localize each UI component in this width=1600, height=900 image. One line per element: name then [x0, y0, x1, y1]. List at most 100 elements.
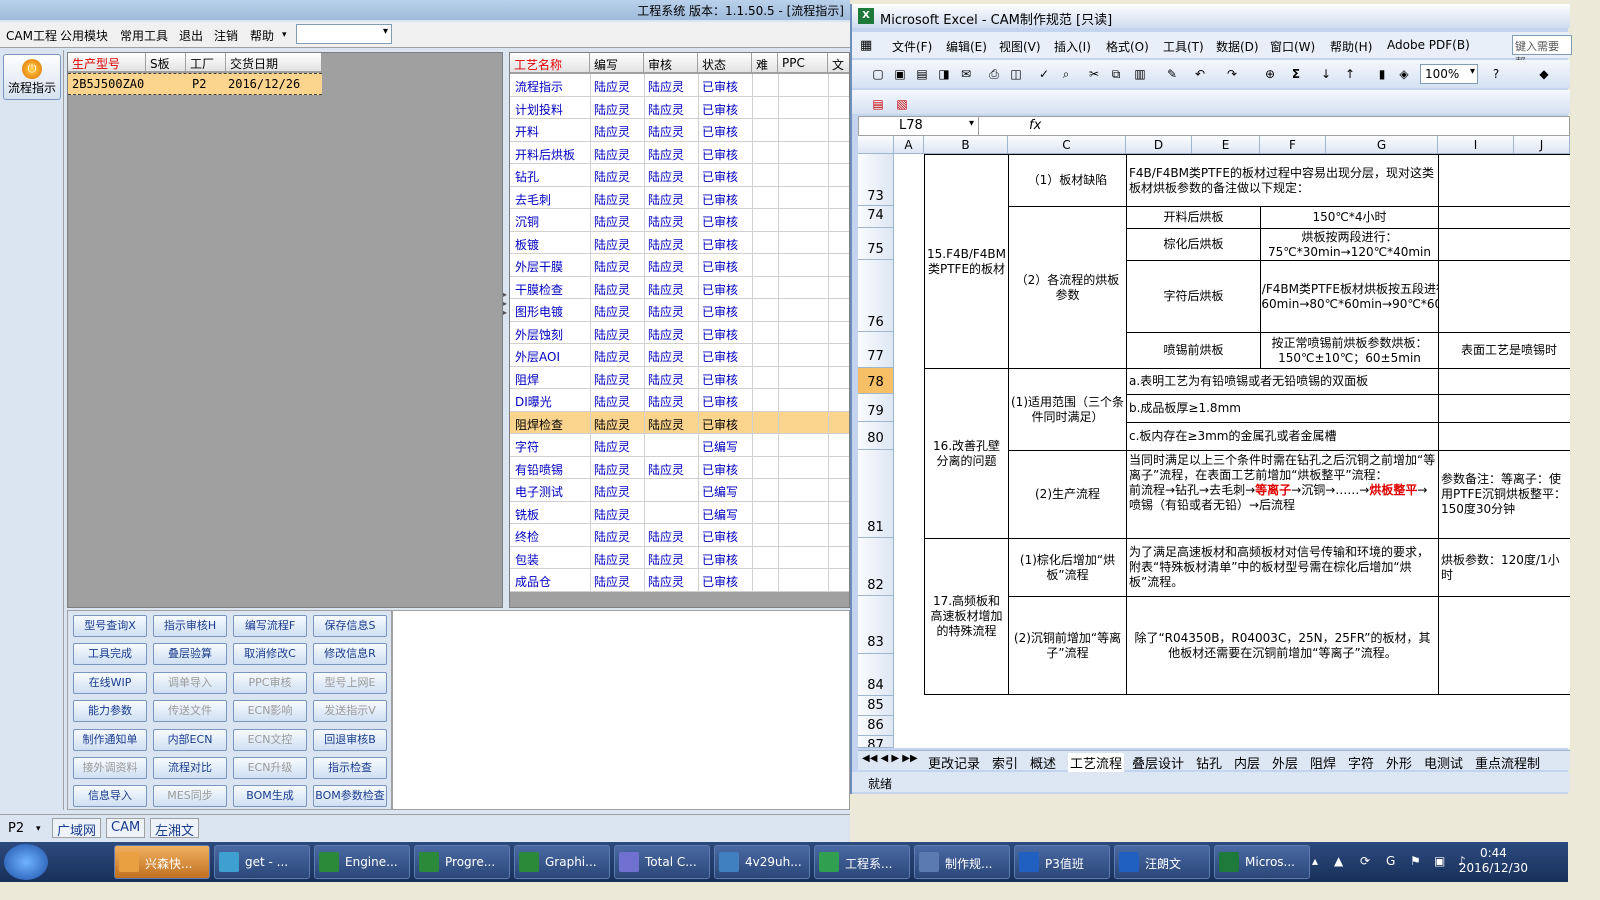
col-header-doc[interactable]: 文: [828, 53, 849, 73]
row-header-78[interactable]: 78: [858, 368, 894, 394]
xl-menu-tools[interactable]: 工具(T): [1163, 38, 1204, 55]
taskbar-item-10[interactable]: 汪朗文: [1114, 845, 1210, 879]
row-header-87[interactable]: 87: [858, 736, 894, 748]
tray-network-icon[interactable]: ▣: [1434, 854, 1448, 868]
cell-f77[interactable]: 按正常喷锡前烘板参数烘板：150℃±10℃；60±5min: [1260, 332, 1439, 369]
col-header-reviewer[interactable]: 审核: [644, 53, 698, 73]
cell-d73[interactable]: F4B/F4BM类PTFE的板材过程中容易出现分层，现对这类板材烘板参数的备注做…: [1126, 154, 1439, 207]
col-header-e[interactable]: E: [1192, 136, 1260, 154]
name-box[interactable]: L78: [859, 117, 979, 135]
col-header-j[interactable]: J: [1514, 136, 1570, 154]
action-button-2-1[interactable]: 调单导入: [153, 671, 227, 694]
spelling-icon[interactable]: ✓: [1036, 66, 1052, 82]
cell-d83[interactable]: 除了“R04350B，R04003C，25N，25FR”的板材，其他板材还需要在…: [1126, 596, 1439, 695]
excel-doc-icon[interactable]: ▦: [860, 38, 872, 53]
row-header-83[interactable]: 83: [858, 596, 894, 654]
preview-icon[interactable]: ◫: [1008, 66, 1024, 82]
action-button-6-1[interactable]: MES同步: [153, 785, 227, 808]
new-icon[interactable]: ▢: [870, 66, 886, 82]
fx-icon[interactable]: fx: [1029, 118, 1041, 133]
cell-c74[interactable]: （2）各流程的烘板参数: [1008, 206, 1127, 369]
autosum-icon[interactable]: Σ: [1288, 66, 1304, 82]
table-row[interactable]: 外层蚀刻 陆应灵 陆应灵 已审核: [510, 321, 849, 344]
cell-f74[interactable]: 150℃*4小时: [1260, 206, 1439, 229]
taskbar-item-9[interactable]: P3值班: [1014, 845, 1110, 879]
cell-d77[interactable]: 喷锡前烘板: [1126, 332, 1261, 369]
system-clock[interactable]: 0:44 2016/12/30: [1459, 846, 1528, 876]
col-header-model[interactable]: 生产型号: [68, 53, 146, 72]
table-row[interactable]: 计划投料 陆应灵 陆应灵 已审核: [510, 96, 849, 119]
row-header-77[interactable]: 77: [858, 332, 894, 368]
menu-public[interactable]: 公用模块: [60, 27, 108, 44]
sheet-tab-1[interactable]: 索引: [992, 753, 1018, 772]
cell-g82[interactable]: 烘板参数：120度/1小时: [1438, 538, 1570, 597]
tray-flag-icon[interactable]: ⚑: [1410, 854, 1424, 868]
cell-f76[interactable]: F4B/F4BM类PTFE板材烘板按五段进行：50℃*90min→70℃*60m…: [1260, 260, 1439, 333]
xl-menu-window[interactable]: 窗口(W): [1270, 38, 1315, 55]
menu-tools[interactable]: 常用工具: [120, 27, 168, 44]
xl-menu-insert[interactable]: 插入(I): [1054, 38, 1091, 55]
sheet-tab-12[interactable]: 重点流程制: [1475, 753, 1540, 772]
table-row[interactable]: 包装 陆应灵 陆应灵 已审核: [510, 546, 849, 569]
action-button-1-1[interactable]: 叠层验算: [153, 643, 227, 666]
cell-d82[interactable]: 为了满足高速板材和高频板材对信号传输和环境的要求，附表“特殊板材清单”中的板材型…: [1126, 538, 1439, 597]
sheet-tab-5[interactable]: 钻孔: [1196, 753, 1222, 772]
status-tab-cam[interactable]: CAM: [106, 818, 146, 838]
sheet-tab-7[interactable]: 外层: [1272, 753, 1298, 772]
menu-combo-box[interactable]: [296, 24, 392, 44]
cell-b-section16[interactable]: 16.改善孔壁分离的问题: [924, 368, 1009, 539]
table-row[interactable]: 钻孔 陆应灵 陆应灵 已审核: [510, 164, 849, 187]
action-button-6-0[interactable]: 信息导入: [73, 785, 147, 808]
col-header-factory[interactable]: 工厂: [186, 53, 226, 72]
cell-c81[interactable]: (2)生产流程: [1008, 450, 1127, 539]
cut-icon[interactable]: ✂: [1086, 66, 1102, 82]
redo-icon[interactable]: ↷: [1224, 66, 1240, 82]
menu-exit[interactable]: 退出: [179, 27, 203, 44]
status-tab-wan[interactable]: 广域网: [52, 818, 102, 839]
cell-g81[interactable]: 参数备注：等离子：使用PTFE沉铜烘板整平：150度30分钟: [1438, 450, 1570, 539]
action-button-4-2[interactable]: ECN文控: [233, 728, 307, 751]
print-icon[interactable]: ⎙: [986, 66, 1002, 82]
paste-icon[interactable]: ▥: [1132, 66, 1148, 82]
cell-g78[interactable]: [1438, 368, 1570, 395]
col-header-a[interactable]: A: [894, 136, 924, 154]
taskbar-item-2[interactable]: Engine...: [314, 845, 410, 879]
action-button-3-3[interactable]: 发送指示V: [313, 700, 387, 723]
xl-menu-edit[interactable]: 编辑(E): [946, 38, 987, 55]
row-header-80[interactable]: 80: [858, 422, 894, 450]
help-search-input[interactable]: 键入需要帮: [1512, 35, 1572, 69]
taskbar-item-8[interactable]: 制作规...: [914, 845, 1010, 879]
col-header-sboard[interactable]: S板: [146, 53, 186, 72]
action-button-2-2[interactable]: PPC审核: [233, 671, 307, 694]
table-row[interactable]: 去毛刺 陆应灵 陆应灵 已审核: [510, 186, 849, 209]
row-header-73[interactable]: 73: [858, 154, 894, 206]
cell-c83[interactable]: (2)沉铜前增加“等离子”流程: [1008, 596, 1127, 695]
xl-menu-format[interactable]: 格式(O): [1106, 38, 1149, 55]
copy-icon[interactable]: ⧉: [1108, 66, 1124, 82]
action-button-3-0[interactable]: 能力参数: [73, 700, 147, 723]
cell-d76[interactable]: 字符后烘板: [1126, 260, 1261, 333]
action-button-5-0[interactable]: 接外调资料: [73, 757, 147, 779]
chevron-down-icon[interactable]: ▾: [36, 824, 41, 834]
format-painter-icon[interactable]: ✎: [1164, 66, 1180, 82]
action-button-0-3[interactable]: 保存信息S: [313, 615, 387, 637]
undo-icon[interactable]: ↶: [1192, 66, 1208, 82]
cell-g76[interactable]: [1438, 260, 1570, 333]
sheet-tab-2[interactable]: 概述: [1030, 753, 1056, 772]
cell-d79[interactable]: b.成品板厚≥1.8mm: [1126, 394, 1439, 423]
cell-d81[interactable]: 当同时满足以上三个条件时需在钻孔之后沉铜之前增加“等离子”流程，在表面工艺前增加…: [1126, 450, 1439, 539]
table-row[interactable]: 沉铜 陆应灵 陆应灵 已审核: [510, 209, 849, 232]
open-icon[interactable]: ▣: [892, 66, 908, 82]
sheet-tab-11[interactable]: 电测试: [1424, 753, 1463, 772]
table-row[interactable]: 2B5J500ZA0 P2 2016/12/26: [68, 73, 322, 95]
action-button-5-2[interactable]: ECN升级: [233, 757, 307, 779]
taskbar-item-5[interactable]: Total C...: [614, 845, 710, 879]
cell-g73[interactable]: [1438, 154, 1570, 207]
cell-g79[interactable]: [1438, 394, 1570, 423]
col-header-i[interactable]: I: [1438, 136, 1514, 154]
cell-c82[interactable]: (1)棕化后增加“烘板”流程: [1008, 538, 1127, 597]
col-header-f[interactable]: F: [1260, 136, 1326, 154]
fill-color-icon[interactable]: ◆: [1536, 66, 1552, 82]
xl-menu-view[interactable]: 视图(V): [999, 38, 1041, 55]
table-row[interactable]: 有铅喷锡 陆应灵 陆应灵 已审核: [510, 456, 849, 479]
